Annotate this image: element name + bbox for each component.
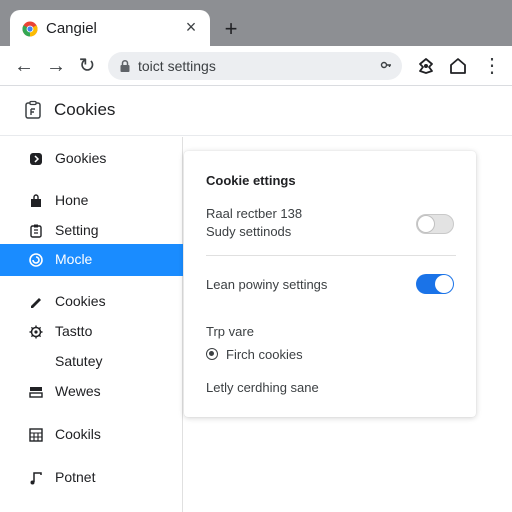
back-button[interactable]: ←: [10, 52, 38, 80]
music-icon: [30, 472, 42, 485]
forward-button[interactable]: →: [42, 52, 70, 80]
cookies-page-icon: [25, 100, 41, 119]
section-label: Trp vare: [206, 324, 254, 339]
footer-text: Letly cerdhing sane: [206, 380, 319, 395]
sidebar-item-label: Hone: [55, 192, 89, 208]
lock-icon: [120, 59, 130, 72]
sidebar-item-cookils[interactable]: Cookils: [0, 419, 183, 451]
address-bar[interactable]: toict settings: [108, 52, 402, 80]
menu-button[interactable]: ⋮: [478, 52, 506, 80]
sidebar-item-cookies[interactable]: Cookies: [0, 286, 183, 318]
sidebar-item-potnet[interactable]: Potnet: [0, 462, 183, 494]
sidebar-item-wewes[interactable]: Wewes: [0, 376, 183, 408]
sidebar-item-gookies[interactable]: Gookies: [0, 143, 183, 175]
sidebar-item-label: Gookies: [55, 150, 107, 166]
gear-icon: [29, 325, 43, 339]
tab-title: Cangiel: [46, 20, 97, 37]
browser-toolbar: ← → ↻ toict settings ⋮: [0, 46, 512, 86]
new-tab-button[interactable]: +: [218, 16, 244, 42]
sidebar-item-label: Potnet: [55, 469, 96, 485]
pencil-icon: [31, 298, 41, 308]
setting1-toggle[interactable]: [416, 214, 454, 234]
radio-dot: [209, 351, 214, 356]
home-icon[interactable]: [446, 54, 470, 78]
sidebar-item-label: Mocle: [55, 251, 93, 267]
card-title: Cookie ettings: [206, 173, 296, 188]
clipboard-icon: [30, 224, 42, 238]
tab-close-icon[interactable]: ×: [180, 16, 202, 38]
toggle-knob: [435, 275, 453, 293]
tab-strip: Cangiel × +: [0, 0, 512, 46]
toggle-knob: [417, 215, 435, 233]
cookies-radio[interactable]: [206, 348, 218, 360]
sidebar-item-mocle[interactable]: Mocle: [0, 244, 183, 276]
shield-icon: [30, 153, 42, 165]
sidebar-item-hone[interactable]: Hone: [0, 185, 183, 217]
grid-icon: [29, 428, 43, 442]
sidebar-item-label: Setting: [55, 222, 99, 238]
radio-label: Firch cookies: [226, 347, 303, 362]
sidebar-item-label: Tastto: [55, 323, 93, 339]
page-title: Cookies: [54, 100, 116, 119]
setting2-toggle[interactable]: [416, 274, 454, 294]
key-icon[interactable]: [380, 59, 392, 71]
setting1-title: Raal rectber 138: [206, 206, 303, 221]
chrome-favicon-icon: [22, 21, 38, 37]
sidebar-item-label: Satutey: [55, 353, 103, 369]
sidebar-item-label: Cookies: [55, 293, 106, 309]
extensions-icon[interactable]: [414, 54, 438, 78]
sidebar-item-setting[interactable]: Setting: [0, 215, 183, 247]
page-header: Cookies: [0, 86, 512, 136]
spiral-icon: [29, 253, 43, 267]
settings-sidebar: Gookies Hone Setting Mocle Cookies Tastt…: [0, 137, 183, 512]
bag-icon: [31, 194, 41, 207]
sidebar-item-label: Wewes: [55, 383, 101, 399]
reload-button[interactable]: ↻: [73, 52, 101, 80]
divider: [206, 255, 456, 256]
setting2-label: Lean powiny settings: [206, 277, 328, 292]
url-text: toict settings: [138, 58, 216, 74]
layers-icon: [29, 387, 43, 398]
cookie-settings-card: Cookie ettings Raal rectber 138 Sudy set…: [184, 151, 476, 417]
browser-tab[interactable]: Cangiel ×: [10, 10, 210, 46]
setting1-description: Sudy settinods: [206, 224, 292, 239]
sidebar-item-satutey[interactable]: Satutey: [0, 346, 183, 378]
sidebar-item-tastto[interactable]: Tastto: [0, 316, 183, 348]
sidebar-item-label: Cookils: [55, 426, 101, 442]
